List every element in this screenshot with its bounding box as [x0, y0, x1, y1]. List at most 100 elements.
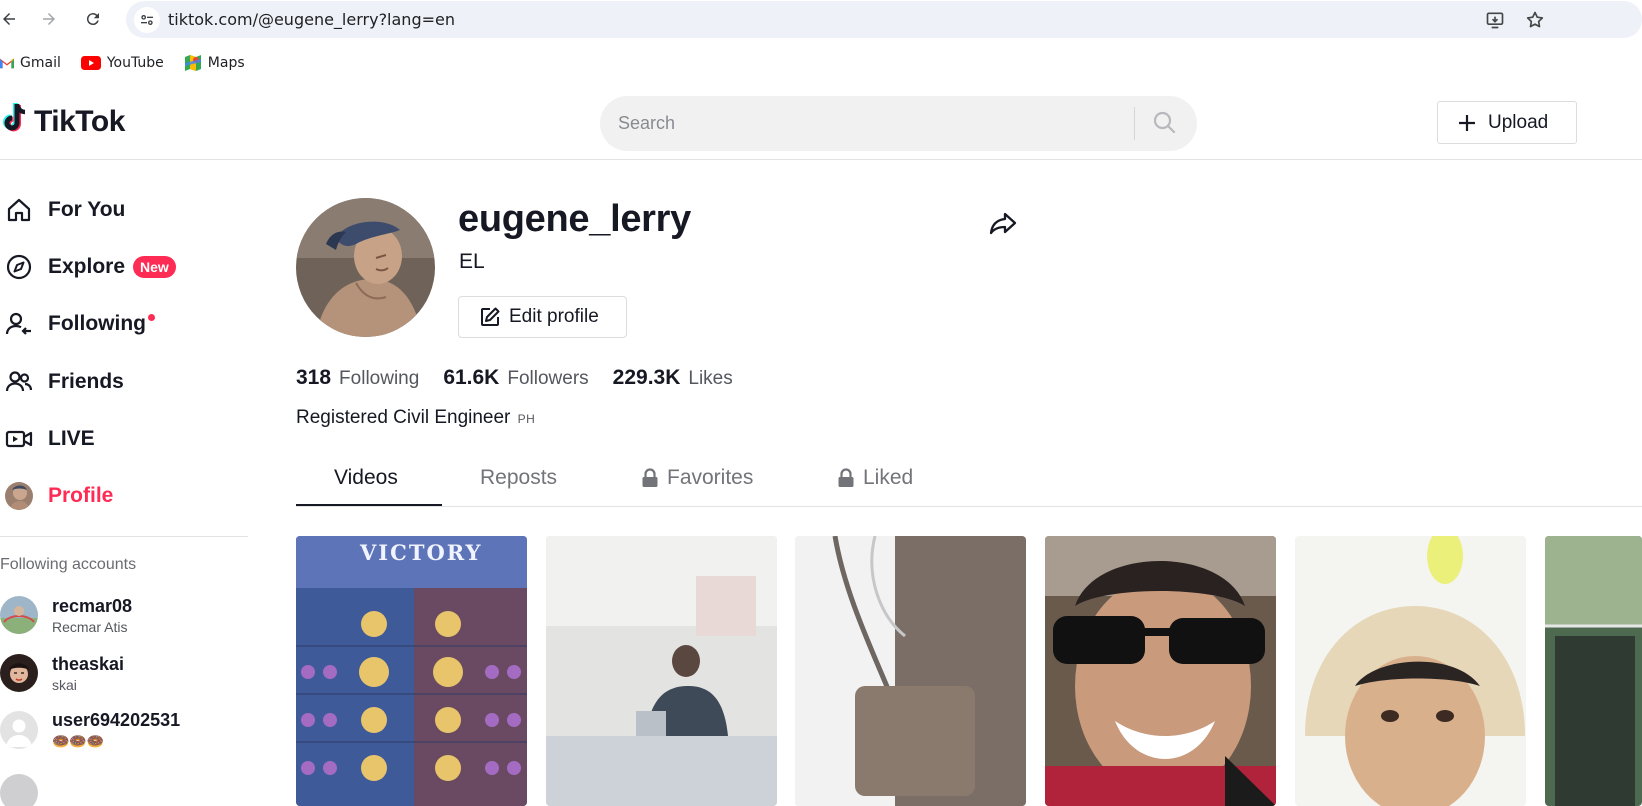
video-thumbnail[interactable] [546, 536, 777, 806]
sidebar-divider [0, 536, 248, 537]
bookmarks-bar: Gmail YouTube Maps [0, 50, 265, 76]
browser-chrome: tiktok.com/@eugene_lerry?lang=en Gmail Y… [0, 0, 1642, 80]
site-settings-icon[interactable] [134, 7, 160, 33]
lock-icon [837, 468, 855, 488]
followers-count[interactable]: 61.6K Followers [443, 366, 588, 390]
plus-icon [1458, 114, 1476, 132]
sidebar-item-live[interactable]: LIVE [0, 410, 248, 467]
following-account-item[interactable]: theaskai skai [0, 648, 248, 698]
bookmark-label: Maps [207, 55, 245, 71]
tiktok-logo[interactable]: TikTok [0, 102, 125, 141]
following-account-item[interactable] [0, 762, 248, 806]
install-app-icon[interactable] [1484, 9, 1506, 31]
sidebar-nav: For You Explore New Following Friends LI… [0, 181, 248, 525]
profile-stats: 318 Following 61.6K Followers 229.3K Lik… [296, 366, 757, 390]
back-arrow-icon[interactable] [0, 6, 22, 32]
live-icon [3, 423, 35, 455]
account-nickname: 🍩🍩🍩 [52, 733, 105, 749]
stat-value: 229.3K [612, 366, 681, 389]
sidebar-item-profile[interactable]: Profile [0, 467, 248, 524]
avatar [0, 654, 38, 692]
sidebar-item-for-you[interactable]: For You [0, 181, 248, 238]
stat-value: 318 [296, 366, 332, 389]
sidebar-item-label: Friends [48, 369, 124, 393]
likes-count: 229.3K Likes [613, 366, 733, 390]
search-icon [1152, 110, 1176, 139]
sidebar-item-explore[interactable]: Explore New [0, 238, 248, 295]
sidebar-item-label: Explore [48, 254, 126, 278]
profile-username: eugene_lerry [458, 198, 691, 240]
stat-label: Following [339, 368, 420, 389]
video-overlay-text: VICTORY [360, 540, 483, 565]
maps-icon [184, 54, 202, 72]
sidebar-item-friends[interactable]: Friends [0, 353, 248, 410]
logo-text: TikTok [34, 104, 125, 138]
upload-button[interactable]: Upload [1437, 101, 1577, 144]
bio-text: Registered Civil Engineer [296, 407, 511, 428]
url-text[interactable]: tiktok.com/@eugene_lerry?lang=en [168, 10, 455, 29]
account-username: user694202531 [52, 710, 181, 730]
upload-label: Upload [1488, 111, 1549, 133]
stat-label: Likes [688, 368, 733, 389]
profile-nickname: EL [459, 250, 485, 273]
tab-label: Favorites [667, 466, 754, 489]
sidebar-item-label: Following [48, 312, 146, 336]
tiktok-header: TikTok Upload [0, 80, 1642, 160]
sidebar-item-label: Profile [48, 484, 114, 508]
gmail-icon [0, 57, 14, 69]
profile-tabs: Videos Reposts Favorites Liked [296, 456, 1642, 507]
tab-label: Liked [863, 466, 914, 489]
edit-profile-label: Edit profile [509, 306, 599, 327]
bookmark-gmail[interactable]: Gmail [0, 55, 61, 71]
following-count[interactable]: 318 Following [296, 366, 419, 390]
video-thumbnail[interactable] [1045, 536, 1276, 806]
profile-avatar-icon [3, 480, 35, 512]
tab-reposts[interactable]: Reposts [480, 466, 557, 490]
bookmark-label: YouTube [106, 55, 164, 71]
friends-icon [3, 366, 35, 398]
video-thumbnail[interactable]: VICTORY [296, 536, 527, 806]
following-account-item[interactable]: recmar08 Recmar Atis [0, 590, 248, 640]
bookmark-label: Gmail [20, 55, 61, 71]
account-username: recmar08 [52, 595, 133, 616]
tiktok-note-icon [0, 102, 30, 141]
tab-videos[interactable]: Videos [334, 466, 398, 490]
bookmark-maps[interactable]: Maps [184, 54, 245, 72]
home-icon [3, 194, 35, 226]
search-divider [1134, 107, 1135, 140]
lock-icon [641, 468, 659, 488]
bookmark-star-icon[interactable] [1524, 9, 1546, 31]
bio-country: PH [517, 412, 536, 426]
compass-icon [3, 251, 35, 283]
following-accounts-title: Following accounts [0, 556, 137, 573]
edit-icon [479, 306, 501, 328]
avatar [0, 774, 38, 806]
reload-icon[interactable] [80, 6, 106, 32]
bookmark-youtube[interactable]: YouTube [80, 55, 164, 71]
avatar [0, 711, 38, 749]
profile-avatar[interactable] [296, 198, 435, 337]
tab-favorites[interactable]: Favorites [641, 466, 753, 490]
youtube-icon [80, 56, 101, 70]
share-arrow-icon [988, 208, 1018, 243]
address-bar[interactable]: tiktok.com/@eugene_lerry?lang=en [126, 1, 1642, 38]
tab-liked[interactable]: Liked [837, 466, 913, 490]
account-nickname: Recmar Atis [52, 618, 128, 635]
sidebar-item-following[interactable]: Following [0, 296, 248, 353]
following-account-item[interactable]: user694202531 🍩🍩🍩 [0, 705, 248, 755]
edit-profile-button[interactable]: Edit profile [458, 296, 627, 338]
avatar [0, 596, 38, 634]
share-profile-button[interactable] [986, 208, 1020, 242]
stat-label: Followers [507, 368, 589, 389]
search-box [600, 96, 1197, 151]
search-button[interactable] [1146, 108, 1182, 140]
following-icon [3, 308, 35, 340]
video-thumbnail[interactable] [1545, 536, 1642, 806]
new-badge: New [133, 255, 176, 278]
forward-arrow-icon[interactable] [36, 6, 62, 32]
sidebar-item-label: For You [48, 197, 126, 221]
video-thumbnail[interactable] [795, 536, 1026, 806]
search-input[interactable] [618, 108, 1118, 138]
video-thumbnail[interactable] [1295, 536, 1526, 806]
stat-value: 61.6K [443, 366, 500, 389]
